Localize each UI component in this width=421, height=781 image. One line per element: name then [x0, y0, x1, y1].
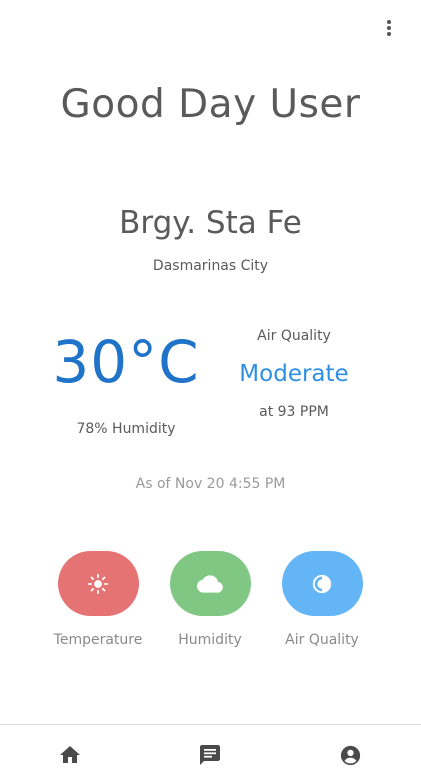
air-quality-button[interactable]: Air Quality	[266, 551, 378, 648]
humidity-button-pill[interactable]	[169, 551, 251, 616]
air-quality-button-label: Air Quality	[285, 632, 359, 648]
temperature-button-pill[interactable]	[57, 551, 139, 616]
humidity-button-label: Humidity	[178, 632, 242, 648]
bottom-navigation	[0, 725, 421, 781]
nav-account[interactable]	[281, 725, 421, 781]
air-quality-button-pill[interactable]	[281, 551, 363, 616]
greeting-title: Good Day User	[60, 82, 361, 127]
nav-home[interactable]	[0, 725, 140, 781]
air-quality-label: Air Quality	[257, 328, 331, 344]
home-icon	[60, 746, 81, 763]
air-quality-reading: at 93 PPM	[259, 404, 329, 420]
location-barangay: Brgy. Sta Fe	[119, 205, 302, 241]
account-icon	[341, 745, 361, 765]
temperature-button[interactable]: Temperature	[42, 551, 154, 648]
temperature-value: 30°C	[52, 328, 200, 396]
sun-icon	[87, 573, 109, 594]
message-icon	[200, 745, 221, 765]
contrast-icon	[312, 574, 332, 593]
air-quality-status: Moderate	[239, 361, 349, 387]
cloud-icon	[197, 574, 223, 593]
last-updated-timestamp: As of Nov 20 4:55 PM	[135, 476, 286, 492]
humidity-value: 78% Humidity	[76, 421, 176, 437]
location-city: Dasmarinas City	[152, 258, 269, 274]
more-vert-icon	[387, 20, 391, 24]
humidity-button[interactable]: Humidity	[154, 551, 266, 648]
temperature-button-label: Temperature	[53, 632, 143, 648]
home-screen: Good Day User Brgy. Sta Fe Dasmarinas Ci…	[0, 0, 421, 781]
nav-messages[interactable]	[140, 725, 280, 781]
overflow-menu-button[interactable]	[383, 18, 395, 38]
